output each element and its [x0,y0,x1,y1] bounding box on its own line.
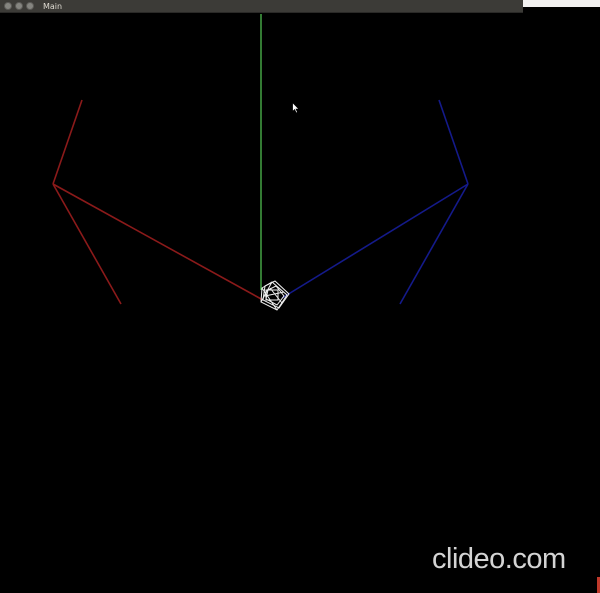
x-axis-line [52,183,264,301]
mouse-pointer-icon [292,102,300,114]
title-bar[interactable]: Main [0,0,523,13]
3d-viewport[interactable] [0,0,600,593]
x-axis-arrow-upper [52,99,83,185]
window-title: Main [43,1,63,11]
close-icon[interactable] [4,2,12,10]
minimize-icon[interactable] [15,2,23,10]
z-axis-line [281,183,469,299]
watermark-text: clideo.com [432,543,566,575]
z-axis-arrow-upper [438,99,469,185]
z-axis-arrow-lower [399,183,469,305]
background-window-strip [523,0,600,7]
maximize-icon[interactable] [26,2,34,10]
app-window: Main clideo.com [0,0,600,593]
